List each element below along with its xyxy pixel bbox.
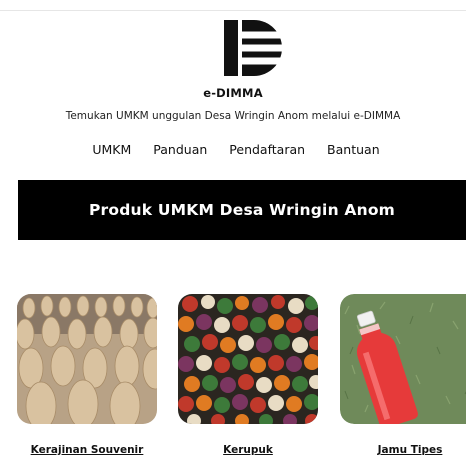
main-nav: UMKM Panduan Pendaftaran Bantuan — [0, 142, 466, 157]
product-label[interactable]: Kerajinan Souvenir — [17, 444, 157, 456]
kerajinan-souvenir-image[interactable] — [17, 294, 157, 424]
hero-banner: Produk UMKM Desa Wringin Anom — [18, 180, 466, 240]
top-divider — [0, 10, 466, 11]
product-label[interactable]: Kerupuk — [178, 444, 318, 456]
product-label[interactable]: Jamu Tipes — [340, 444, 466, 456]
jamu-tipes-image-frame — [340, 294, 466, 424]
brand-name: e-DIMMA — [203, 86, 263, 100]
banner-title: Produk UMKM Desa Wringin Anom — [88, 201, 396, 219]
nav-pendaftaran[interactable]: Pendaftaran — [229, 142, 305, 157]
product-card-kerajinan-souvenir[interactable]: Kerajinan Souvenir — [17, 294, 157, 456]
product-card-kerupuk[interactable]: Kerupuk — [178, 294, 318, 456]
product-card-jamu-tipes[interactable]: Jamu Tipes — [340, 294, 466, 456]
nav-panduan[interactable]: Panduan — [153, 142, 207, 157]
nav-bantuan[interactable]: Bantuan — [327, 142, 380, 157]
kerupuk-image[interactable] — [178, 294, 318, 424]
nav-umkm[interactable]: UMKM — [92, 142, 131, 157]
e-dimma-logo[interactable] — [224, 20, 282, 76]
tagline: Temukan UMKM unggulan Desa Wringin Anom … — [65, 110, 401, 122]
jamu-tipes-image[interactable] — [340, 294, 466, 424]
